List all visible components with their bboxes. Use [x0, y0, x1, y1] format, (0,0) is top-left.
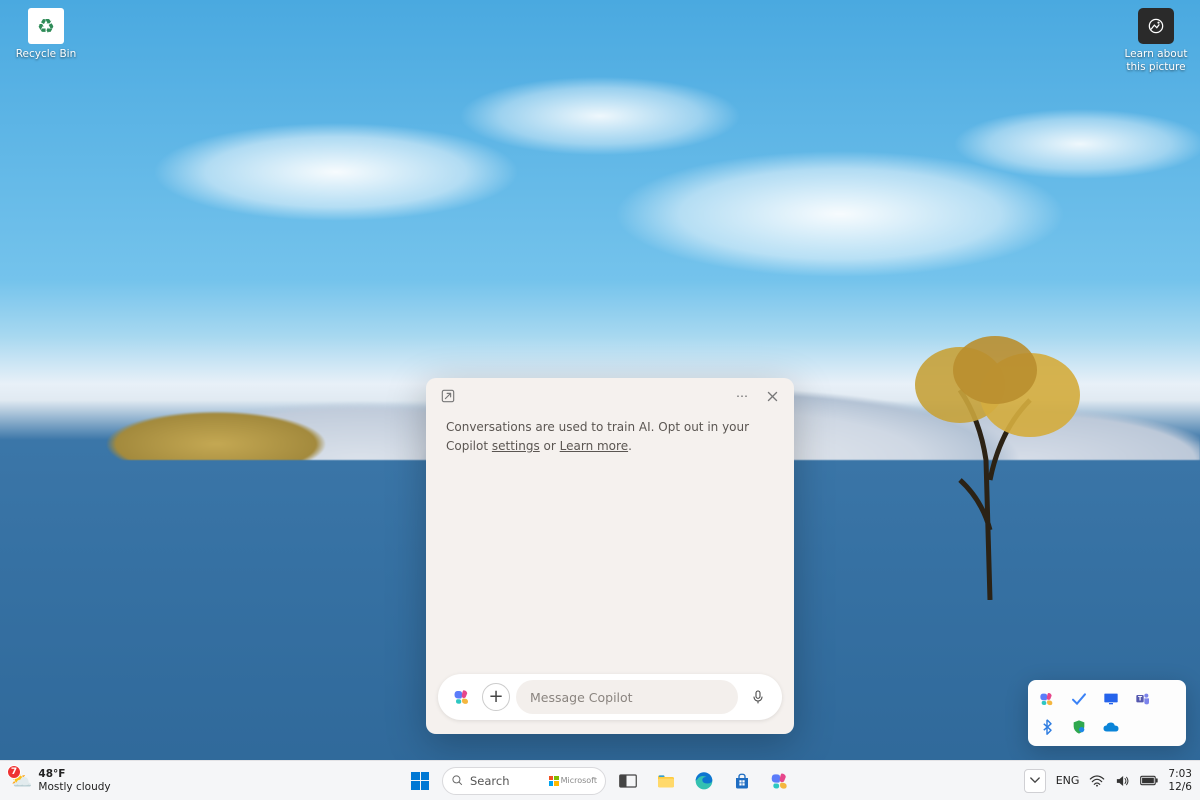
windows-icon: [411, 772, 429, 790]
tray-overflow-flyout: T: [1028, 680, 1186, 746]
microsoft-icon: [549, 776, 559, 786]
spotlight-label: Learn about this picture: [1122, 48, 1190, 73]
task-view-button[interactable]: [612, 765, 644, 797]
microphone-button[interactable]: [744, 683, 772, 711]
weather-text: 48°F Mostly cloudy: [38, 768, 110, 792]
tray-security-icon[interactable]: [1070, 718, 1088, 736]
notice-suffix: .: [628, 439, 632, 453]
taskbar-search[interactable]: Search Microsoft: [442, 767, 606, 795]
copilot-composer: +: [438, 674, 782, 720]
tray-onedrive-icon[interactable]: [1102, 718, 1120, 736]
copilot-window: ⋯ Conversations are used to train AI. Op…: [426, 378, 794, 734]
copilot-body: Conversations are used to train AI. Opt …: [426, 410, 794, 664]
weather-alert-badge: 7: [7, 765, 21, 779]
close-button[interactable]: [760, 386, 784, 406]
spotlight-icon: [1138, 8, 1174, 44]
wallpaper-clouds: [0, 60, 1200, 340]
clock-time: 7:03: [1168, 768, 1192, 781]
chevron-down-icon: [1030, 777, 1040, 784]
copilot-icon: [453, 688, 471, 706]
edge-icon: [694, 771, 714, 791]
training-notice: Conversations are used to train AI. Opt …: [446, 418, 774, 455]
copilot-icon: [770, 771, 790, 791]
learn-more-link[interactable]: Learn more: [560, 439, 628, 453]
store-icon: [733, 772, 751, 790]
tray-teams-icon[interactable]: T: [1134, 690, 1152, 708]
tray-overflow-button[interactable]: [1024, 769, 1046, 793]
spotlight-shortcut[interactable]: Learn about this picture: [1122, 8, 1190, 73]
volume-icon[interactable]: [1115, 774, 1130, 788]
ms-label: Microsoft: [561, 776, 597, 785]
file-explorer-button[interactable]: [650, 765, 682, 797]
language-indicator[interactable]: ENG: [1056, 774, 1080, 787]
expand-icon[interactable]: [436, 386, 460, 406]
copilot-titlebar: ⋯: [426, 378, 794, 410]
weather-widget[interactable]: ⛅ 7 48°F Mostly cloudy: [10, 768, 111, 792]
task-view-icon: [619, 774, 637, 788]
tray-todo-icon[interactable]: [1070, 690, 1088, 708]
start-button[interactable]: [404, 765, 436, 797]
search-ms-badge: Microsoft: [549, 776, 597, 786]
notice-or: or: [540, 439, 560, 453]
wifi-icon[interactable]: [1089, 775, 1105, 787]
message-input[interactable]: [516, 680, 738, 714]
clock-date: 12/6: [1168, 781, 1192, 794]
tray-bluetooth-icon[interactable]: [1038, 718, 1056, 736]
search-icon: [451, 774, 464, 787]
edge-button[interactable]: [688, 765, 720, 797]
weather-condition: Mostly cloudy: [38, 781, 110, 793]
clock[interactable]: 7:03 12/6: [1168, 768, 1192, 793]
weather-icon: ⛅ 7: [10, 770, 32, 791]
tray-copilot-icon[interactable]: [1038, 690, 1056, 708]
recycle-bin-label: Recycle Bin: [12, 48, 80, 61]
folder-icon: [656, 773, 676, 789]
copilot-taskbar-button[interactable]: [764, 765, 796, 797]
tray-display-icon[interactable]: [1102, 690, 1120, 708]
recycle-bin[interactable]: Recycle Bin: [12, 8, 80, 61]
search-label: Search: [470, 774, 510, 788]
taskbar: ⛅ 7 48°F Mostly cloudy Search Microsoft: [0, 760, 1200, 800]
more-options-button[interactable]: ⋯: [730, 386, 754, 406]
add-button[interactable]: +: [482, 683, 510, 711]
weather-temp: 48°F: [38, 768, 110, 780]
copilot-logo-button[interactable]: [448, 683, 476, 711]
recycle-bin-icon: [28, 8, 64, 44]
store-button[interactable]: [726, 765, 758, 797]
settings-link[interactable]: settings: [492, 439, 540, 453]
battery-icon[interactable]: [1140, 775, 1158, 786]
